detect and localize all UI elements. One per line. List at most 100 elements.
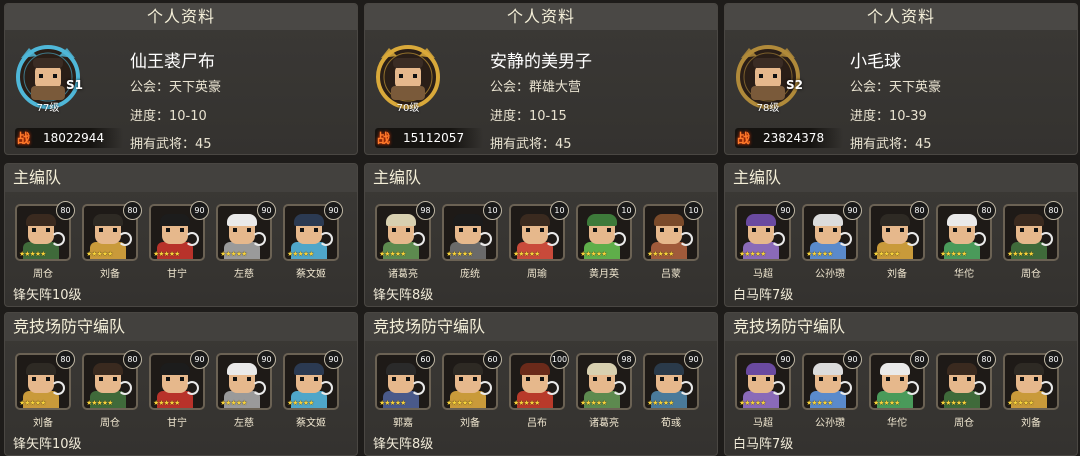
- hero-card[interactable]: ★★★★★ 60 郭嘉: [375, 350, 435, 439]
- hero-name: 公孙瓒: [815, 269, 845, 280]
- hero-hair: [93, 363, 123, 375]
- hero-card[interactable]: ★★★★★ 98 诸葛亮: [576, 350, 636, 439]
- hero-card[interactable]: ★★★★★ 90 公孙瓒: [802, 201, 862, 290]
- hero-card[interactable]: ★★★★★ 90 蔡文姬: [283, 350, 343, 439]
- weapon-icon: [771, 381, 785, 395]
- progress-info: 进度：10-10: [130, 109, 207, 124]
- star-rating-icon: ★★★★★: [1007, 399, 1034, 407]
- hero-level-badge: 80: [1044, 350, 1063, 369]
- weapon-icon: [612, 381, 626, 395]
- star-rating-icon: ★★★★★: [940, 250, 967, 258]
- hero-card[interactable]: ★★★★★ 80 周仓: [1003, 201, 1063, 290]
- generals-count: 拥有武将：45: [490, 137, 572, 152]
- hero-card[interactable]: ★★★★★ 80 周仓: [15, 201, 75, 290]
- hero-card[interactable]: ★★★★★ 90 马超: [735, 350, 795, 439]
- profile-title: 个人资料: [365, 4, 717, 30]
- profile-panel: 个人资料 77级 S1 仙王裘尸布 公会：天下英豪 进度：10-10 拥有武将：45 战 18…: [4, 3, 358, 155]
- hero-lineup: ★★★★★ 98 诸葛亮 ★★★★★ 10 庞统 ★★★★★ 10 周瑜 ★★★★★ 10 黄月英 ★★…: [375, 201, 715, 290]
- hero-card[interactable]: ★★★★★ 80 周仓: [82, 350, 142, 439]
- hero-eyes: [526, 228, 544, 232]
- weapon-icon: [972, 381, 986, 395]
- star-rating-icon: ★★★★★: [379, 250, 406, 258]
- formation-label: 白马阵7级: [733, 437, 794, 452]
- main-team-panel: 主编队 ★★★★★ 80 周仓 ★★★★★ 80 刘备 ★★★★★ 90 甘宁 ★★★★★ 90 左慈 ★…: [4, 163, 358, 307]
- hero-card[interactable]: ★★★★★ 90 左慈: [216, 350, 276, 439]
- weapon-icon: [905, 381, 919, 395]
- hero-card[interactable]: ★★★★★ 80 刘备: [1003, 350, 1063, 439]
- hero-card[interactable]: ★★★★★ 80 刘备: [15, 350, 75, 439]
- star-rating-icon: ★★★★★: [446, 250, 473, 258]
- hero-name: 华佗: [887, 418, 907, 429]
- hero-card[interactable]: ★★★★★ 80 华佗: [936, 201, 996, 290]
- hero-eyes: [32, 377, 50, 381]
- hero-name: 庞统: [460, 269, 480, 280]
- weapon-icon: [185, 381, 199, 395]
- hero-name: 周仓: [1021, 269, 1041, 280]
- hero-eyes: [99, 377, 117, 381]
- hero-hair: [227, 214, 257, 226]
- hero-card[interactable]: ★★★★★ 80 刘备: [82, 201, 142, 290]
- star-rating-icon: ★★★★★: [580, 250, 607, 258]
- star-rating-icon: ★★★★★: [86, 399, 113, 407]
- hero-card[interactable]: ★★★★★ 90 甘宁: [149, 350, 209, 439]
- player-level: 78级: [756, 103, 780, 114]
- hero-name: 公孙瓒: [815, 418, 845, 429]
- hero-card[interactable]: ★★★★★ 80 华佗: [869, 350, 929, 439]
- hero-card[interactable]: ★★★★★ 98 诸葛亮: [375, 201, 435, 290]
- hero-level-badge: 90: [324, 350, 343, 369]
- hero-hair: [1014, 363, 1044, 375]
- hero-name: 甘宁: [167, 269, 187, 280]
- star-rating-icon: ★★★★★: [739, 399, 766, 407]
- hero-card[interactable]: ★★★★★ 10 黄月英: [576, 201, 636, 290]
- hero-hair: [880, 363, 910, 375]
- hero-name: 荀彧: [661, 418, 681, 429]
- weapon-icon: [838, 232, 852, 246]
- player-avatar[interactable]: 77级 S1: [15, 44, 83, 114]
- hero-name: 左慈: [234, 418, 254, 429]
- hero-eyes: [300, 377, 318, 381]
- hero-hair: [386, 363, 416, 375]
- hero-level-badge: 90: [843, 350, 862, 369]
- hero-card[interactable]: ★★★★★ 90 荀彧: [643, 350, 703, 439]
- hero-card[interactable]: ★★★★★ 90 左慈: [216, 201, 276, 290]
- hero-card[interactable]: ★★★★★ 90 甘宁: [149, 201, 209, 290]
- hero-eyes: [32, 228, 50, 232]
- formation-label: 锋矢阵10级: [13, 437, 82, 452]
- player-avatar[interactable]: 78级 S2: [735, 44, 803, 114]
- hero-eyes: [886, 228, 904, 232]
- guild-info: 公会：天下英豪: [130, 80, 222, 95]
- hero-card[interactable]: ★★★★★ 80 刘备: [869, 201, 929, 290]
- hero-level-badge: 10: [550, 201, 569, 220]
- hero-card[interactable]: ★★★★★ 60 刘备: [442, 350, 502, 439]
- weapon-icon: [118, 381, 132, 395]
- player-avatar[interactable]: 70级: [375, 44, 441, 114]
- hero-eyes: [819, 377, 837, 381]
- hero-card[interactable]: ★★★★★ 90 马超: [735, 201, 795, 290]
- hero-level-badge: 10: [617, 201, 636, 220]
- hero-card[interactable]: ★★★★★ 80 周仓: [936, 350, 996, 439]
- hero-lineup: ★★★★★ 80 周仓 ★★★★★ 80 刘备 ★★★★★ 90 甘宁 ★★★★★ 90 左慈 ★★★★…: [15, 201, 355, 290]
- hero-card[interactable]: ★★★★★ 100 吕布: [509, 350, 569, 439]
- arena-defense-panel: 竞技场防守编队 ★★★★★ 90 马超 ★★★★★ 90 公孙瓒 ★★★★★ 80 华佗 ★★★★★…: [724, 312, 1078, 456]
- hero-card[interactable]: ★★★★★ 90 蔡文姬: [283, 201, 343, 290]
- hero-card[interactable]: ★★★★★ 10 庞统: [442, 201, 502, 290]
- hero-level-badge: 80: [1044, 201, 1063, 220]
- star-rating-icon: ★★★★★: [513, 250, 540, 258]
- hero-card[interactable]: ★★★★★ 10 周瑜: [509, 201, 569, 290]
- hero-hair: [520, 214, 550, 226]
- combat-power-value: 15112057: [403, 131, 465, 145]
- weapon-icon: [1039, 232, 1053, 246]
- weapon-icon: [185, 232, 199, 246]
- hero-name: 吕蒙: [661, 269, 681, 280]
- weapon-icon: [51, 381, 65, 395]
- hero-eyes: [99, 228, 117, 232]
- hero-name: 左慈: [234, 269, 254, 280]
- hero-card[interactable]: ★★★★★ 90 公孙瓒: [802, 350, 862, 439]
- hero-eyes: [953, 228, 971, 232]
- hero-hair: [1014, 214, 1044, 226]
- hero-card[interactable]: ★★★★★ 10 吕蒙: [643, 201, 703, 290]
- hero-name: 刘备: [100, 269, 120, 280]
- star-rating-icon: ★★★★★: [873, 399, 900, 407]
- formation-label: 锋矢阵8级: [373, 288, 434, 303]
- hero-hair: [294, 214, 324, 226]
